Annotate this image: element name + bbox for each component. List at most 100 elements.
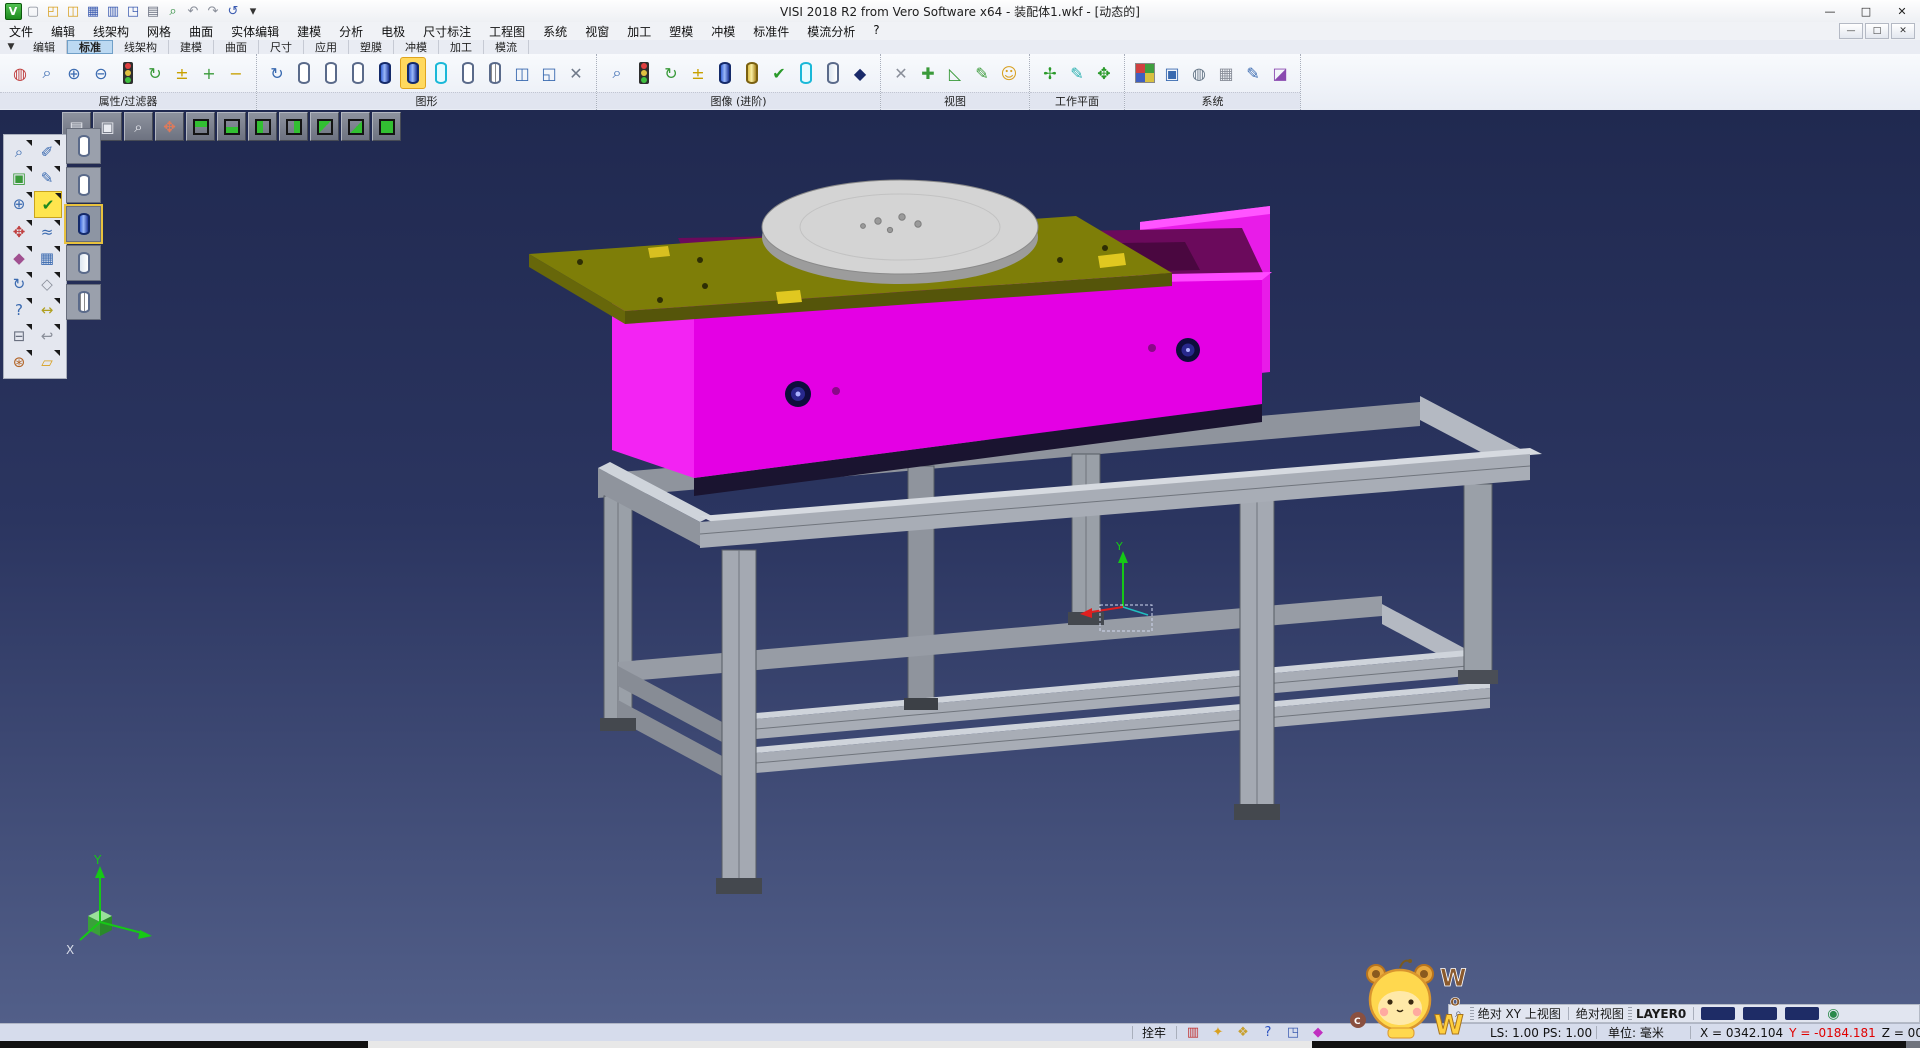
- workplane-axes-icon[interactable]: ✢: [1038, 58, 1062, 88]
- system-grid-icon[interactable]: ▦: [1214, 58, 1238, 88]
- system-sheet-icon[interactable]: ◪: [1268, 58, 1292, 88]
- menu-item-7[interactable]: 建模: [288, 23, 330, 40]
- filter-plus-minus-icon[interactable]: ±: [170, 58, 194, 88]
- new-file-icon[interactable]: ▢: [24, 2, 42, 20]
- filter-add-icon[interactable]: ⊕: [62, 58, 86, 88]
- filter-bin-icon[interactable]: ◍: [8, 58, 32, 88]
- print-preview-icon[interactable]: ⌕: [164, 2, 182, 20]
- menu-item-15[interactable]: 塑模: [660, 23, 702, 40]
- toolbar-tab-4[interactable]: 建模: [169, 40, 214, 54]
- status-key-icon[interactable]: ❖: [1234, 1025, 1252, 1041]
- advanced-traffic-icon[interactable]: [632, 58, 656, 88]
- advanced-shield-icon[interactable]: ◆: [848, 58, 872, 88]
- advanced-cyl-cyan-icon[interactable]: [794, 58, 818, 88]
- view-top-icon[interactable]: [186, 112, 215, 141]
- save-as-icon[interactable]: ▥: [104, 2, 122, 20]
- view-iso-icon[interactable]: [372, 112, 401, 141]
- undo-view-icon[interactable]: ↩: [34, 323, 60, 348]
- spline-icon[interactable]: ≈: [34, 219, 60, 244]
- traffic-light-icon[interactable]: [116, 58, 140, 88]
- cylinder-outline-3-icon[interactable]: [346, 58, 370, 88]
- system-monitor-icon[interactable]: ▣: [1160, 58, 1184, 88]
- viewport-canvas[interactable]: Y Y X ▤▣⌕✥ ⌕✐▣✎⊕✔✥≈◆▦↻◇?↔⊟↩⊛▱: [0, 110, 1920, 1023]
- minimize-button[interactable]: —: [1812, 1, 1848, 22]
- menu-item-9[interactable]: 电极: [372, 23, 414, 40]
- doc-restore-button[interactable]: □: [1865, 23, 1889, 39]
- advanced-select-icon[interactable]: ⌕: [605, 58, 629, 88]
- toolbar-tab-10[interactable]: 加工: [439, 40, 484, 54]
- zoom-dynamic-icon[interactable]: ⌕: [6, 139, 32, 164]
- redo-icon[interactable]: ↷: [204, 2, 222, 20]
- navigator-icon[interactable]: ⊛: [6, 349, 32, 374]
- menu-item-16[interactable]: 冲模: [702, 23, 744, 40]
- advanced-cyl-yellow-icon[interactable]: [740, 58, 764, 88]
- menu-item-19[interactable]: ?: [864, 23, 888, 40]
- measure-icon[interactable]: ↔: [34, 297, 60, 322]
- zoom-extents-icon[interactable]: ▣: [6, 165, 32, 190]
- filter-faces-icon[interactable]: ⌕: [35, 58, 59, 88]
- view-left-icon[interactable]: [248, 112, 277, 141]
- toolbar-tab-6[interactable]: 尺寸: [259, 40, 304, 54]
- filter-recycle-icon[interactable]: ↻: [143, 58, 167, 88]
- advanced-cyl-white-icon[interactable]: [821, 58, 845, 88]
- regenerate-icon[interactable]: ↻: [6, 271, 32, 296]
- view-front-icon[interactable]: [310, 112, 339, 141]
- view-smiley-icon[interactable]: ☺: [997, 58, 1021, 88]
- visi-logo[interactable]: V: [4, 2, 22, 20]
- doc-minimize-button[interactable]: —: [1839, 23, 1863, 39]
- advanced-check-icon[interactable]: ✔: [767, 58, 791, 88]
- undo-icon[interactable]: ↶: [184, 2, 202, 20]
- menu-item-1[interactable]: 文件: [0, 23, 42, 40]
- filter-plus-icon[interactable]: +: [197, 58, 221, 88]
- system-pen-icon[interactable]: ✎: [1241, 58, 1265, 88]
- toolbar-tab-1[interactable]: 编辑: [22, 40, 67, 54]
- viewport-icon[interactable]: ▦: [34, 245, 60, 270]
- lock-label[interactable]: 拴牢: [1142, 1024, 1166, 1041]
- cylinder-shaded-icon[interactable]: [373, 58, 397, 88]
- graphics-settings-icon[interactable]: ✕: [564, 58, 588, 88]
- view-pencil-icon[interactable]: ✎: [970, 58, 994, 88]
- shade-wireframe-icon[interactable]: [66, 128, 101, 164]
- toolbar-tab-7[interactable]: 应用: [304, 40, 349, 54]
- shade-hidden-icon[interactable]: [66, 167, 101, 203]
- menu-item-18[interactable]: 模流分析: [798, 23, 864, 40]
- assembly-model[interactable]: Y Y X: [0, 110, 1920, 1023]
- advanced-recycle-icon[interactable]: ↻: [659, 58, 683, 88]
- toolbar-tab-9[interactable]: 冲模: [394, 40, 439, 54]
- absolute-view-label[interactable]: 绝对视图: [1576, 1005, 1624, 1022]
- taskbar-app-button[interactable]: [368, 1040, 1312, 1048]
- view-mode-label[interactable]: 绝对 XY 上视图: [1478, 1005, 1561, 1022]
- status-wand-icon[interactable]: ✦: [1209, 1025, 1227, 1041]
- solid-cube-icon[interactable]: ◇: [34, 271, 60, 296]
- status-package-icon[interactable]: ◳: [1284, 1025, 1302, 1041]
- menu-item-8[interactable]: 分析: [330, 23, 372, 40]
- save-icon[interactable]: ▦: [84, 2, 102, 20]
- menu-item-3[interactable]: 线架构: [84, 23, 138, 40]
- filter-minus-icon[interactable]: −: [224, 58, 248, 88]
- filter-remove-icon[interactable]: ⊖: [89, 58, 113, 88]
- view-ruler-icon[interactable]: ◺: [943, 58, 967, 88]
- menu-item-11[interactable]: 工程图: [480, 23, 534, 40]
- layer-block-3[interactable]: [1785, 1007, 1819, 1020]
- layer-block-1[interactable]: [1701, 1007, 1735, 1020]
- cylinder-wireframe-icon[interactable]: [483, 58, 507, 88]
- dynamic-pan-icon[interactable]: ✥: [6, 219, 32, 244]
- status-cube-icon[interactable]: ◆: [1309, 1025, 1327, 1041]
- sketch-curve-icon[interactable]: ✎: [34, 165, 60, 190]
- save-export-icon[interactable]: ◳: [124, 2, 142, 20]
- print-icon[interactable]: ▤: [144, 2, 162, 20]
- toolbar-tab-2[interactable]: 标准: [67, 40, 113, 54]
- quick-access-dropdown-icon[interactable]: ▾: [244, 2, 262, 20]
- close-button[interactable]: ✕: [1884, 1, 1920, 22]
- globe-icon[interactable]: ◉: [1827, 1006, 1839, 1022]
- system-colors-icon[interactable]: [1133, 58, 1157, 88]
- history-icon[interactable]: ↺: [224, 2, 242, 20]
- menu-item-5[interactable]: 曲面: [180, 23, 222, 40]
- open-file-icon[interactable]: ◰: [44, 2, 62, 20]
- toolbar-tab-3[interactable]: 线架构: [113, 40, 169, 54]
- status-notes-icon[interactable]: ▥: [1184, 1025, 1202, 1041]
- open-copy-icon[interactable]: ◫: [64, 2, 82, 20]
- cylinder-transparent-icon[interactable]: [429, 58, 453, 88]
- cylinder-copy-icon[interactable]: ◱: [537, 58, 561, 88]
- delete-icon[interactable]: ⊟: [6, 323, 32, 348]
